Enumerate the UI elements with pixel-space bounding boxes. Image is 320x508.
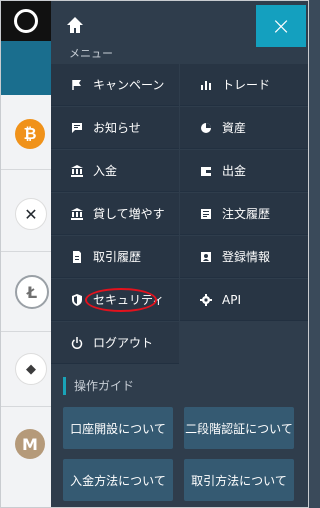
- menu-title: メニュー: [69, 47, 113, 60]
- menu-item-label: 出金: [222, 164, 247, 178]
- app-frame: ₿ ✕ Ł ◆ M × メニュー キャンペーン トレード お知らせ 資産 入金 …: [0, 0, 309, 508]
- menu-item-label: 貸して増やす: [93, 207, 165, 221]
- menu-item-api[interactable]: API: [180, 279, 308, 321]
- guide-trading-method-button[interactable]: 取引方法について: [184, 459, 294, 501]
- bank-icon: [67, 161, 87, 181]
- menu-item-assets[interactable]: 資産: [180, 107, 308, 149]
- menu-item-withdraw[interactable]: 出金: [180, 150, 308, 192]
- menu-item-lending[interactable]: 貸して増やす: [51, 193, 179, 235]
- divider: [1, 251, 51, 252]
- menu-item-campaign[interactable]: キャンペーン: [51, 64, 179, 106]
- guide-deposit-method-button[interactable]: 入金方法について: [63, 459, 173, 501]
- document-icon: [67, 247, 87, 267]
- menu-item-label: 資産: [222, 121, 247, 135]
- logo-icon: [14, 9, 38, 33]
- bitcoin-icon[interactable]: ₿: [15, 119, 45, 149]
- menu-item-label: セキュリティ: [93, 293, 165, 307]
- menu-item-label: キャンペーン: [93, 78, 165, 92]
- menu-item-label: ログアウト: [93, 336, 154, 350]
- menu-item-trade-history[interactable]: 取引履歴: [51, 236, 179, 278]
- menu-item-label: 登録情報: [222, 250, 271, 264]
- guide-title: 操作ガイド: [63, 377, 134, 395]
- menu-item-label: 注文履歴: [222, 207, 271, 221]
- background-column: ₿ ✕ Ł ◆ M: [1, 1, 51, 507]
- menu-item-label: お知らせ: [93, 121, 141, 135]
- divider: [1, 331, 51, 332]
- flag-icon: [67, 75, 87, 95]
- monacoin-icon[interactable]: M: [15, 429, 45, 459]
- guide-two-factor-button[interactable]: 二段階認証について: [184, 407, 294, 449]
- menu-item-label: API: [222, 292, 241, 307]
- menu-item-security[interactable]: セキュリティ: [51, 279, 179, 321]
- menu-item-label: トレード: [222, 78, 271, 92]
- menu-item-news[interactable]: お知らせ: [51, 107, 179, 149]
- menu-item-logout[interactable]: ログアウト: [51, 322, 179, 364]
- message-icon: [67, 118, 87, 138]
- divider: [1, 169, 51, 170]
- litecoin-icon[interactable]: Ł: [15, 275, 49, 309]
- close-button[interactable]: ×: [256, 5, 306, 47]
- menu-item-deposit[interactable]: 入金: [51, 150, 179, 192]
- xrp-icon[interactable]: ✕: [15, 198, 47, 230]
- menu-item-trade[interactable]: トレード: [180, 64, 308, 106]
- power-icon: [67, 333, 87, 353]
- divider: [1, 406, 51, 407]
- user-card-icon: [196, 247, 216, 267]
- menu-item-profile[interactable]: 登録情報: [180, 236, 308, 278]
- bank-icon: [67, 204, 87, 224]
- pie-chart-icon: [196, 118, 216, 138]
- bar-chart-icon: [196, 75, 216, 95]
- background-banner: [1, 41, 51, 95]
- menu-item-order-history[interactable]: 注文履歴: [180, 193, 308, 235]
- menu-header: ×: [51, 1, 308, 47]
- menu-item-label: 取引履歴: [93, 250, 142, 264]
- ethereum-icon[interactable]: ◆: [15, 353, 47, 385]
- app-logo[interactable]: [1, 1, 51, 41]
- menu-panel: × メニュー キャンペーン トレード お知らせ 資産 入金 出金 貸して増やす …: [51, 1, 308, 507]
- guide-account-opening-button[interactable]: 口座開設について: [63, 407, 173, 449]
- gear-icon: [196, 290, 216, 310]
- home-icon[interactable]: [65, 15, 85, 35]
- list-icon: [196, 204, 216, 224]
- wallet-icon: [196, 161, 216, 181]
- shield-icon: [67, 290, 87, 310]
- menu-item-label: 入金: [93, 164, 118, 178]
